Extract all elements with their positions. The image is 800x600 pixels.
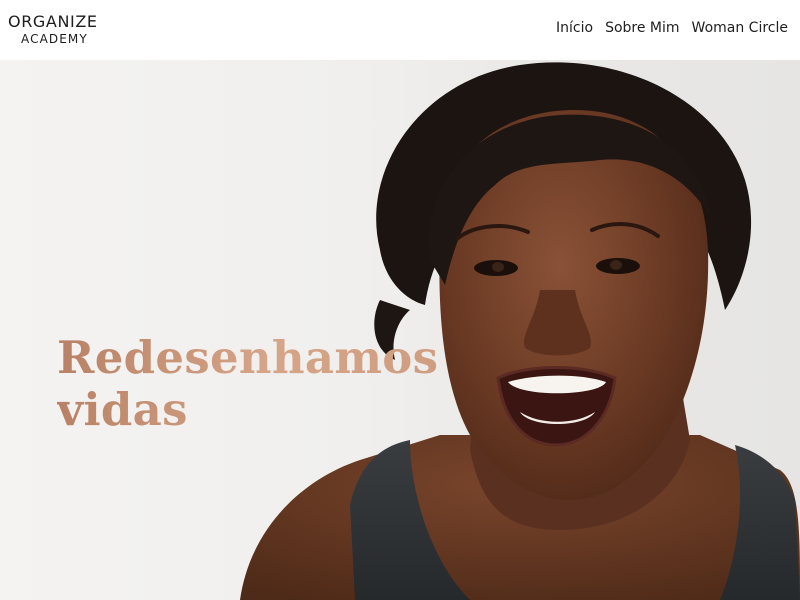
hero-headline-line-1: Redesenhamos xyxy=(57,331,439,384)
hero-portrait-image xyxy=(240,62,800,600)
hero-headline-line-2: vidas xyxy=(57,383,188,436)
main-nav: Início Sobre Mim Woman Circle xyxy=(556,19,788,39)
nav-link-sobre-mim[interactable]: Sobre Mim xyxy=(605,19,679,39)
logo-wordmark: ORGANIZE xyxy=(8,12,98,31)
site-header: ORGANIZE ACADEMY Início Sobre Mim Woman … xyxy=(0,0,800,60)
nav-link-inicio[interactable]: Início xyxy=(556,19,593,39)
site-logo[interactable]: ORGANIZE ACADEMY xyxy=(8,13,108,47)
logo-subtitle: ACADEMY xyxy=(21,32,88,46)
nav-link-woman-circle[interactable]: Woman Circle xyxy=(692,19,788,39)
hero-headline: Redesenhamos vidas xyxy=(57,332,438,436)
hero-section: Redesenhamos vidas xyxy=(0,60,800,600)
